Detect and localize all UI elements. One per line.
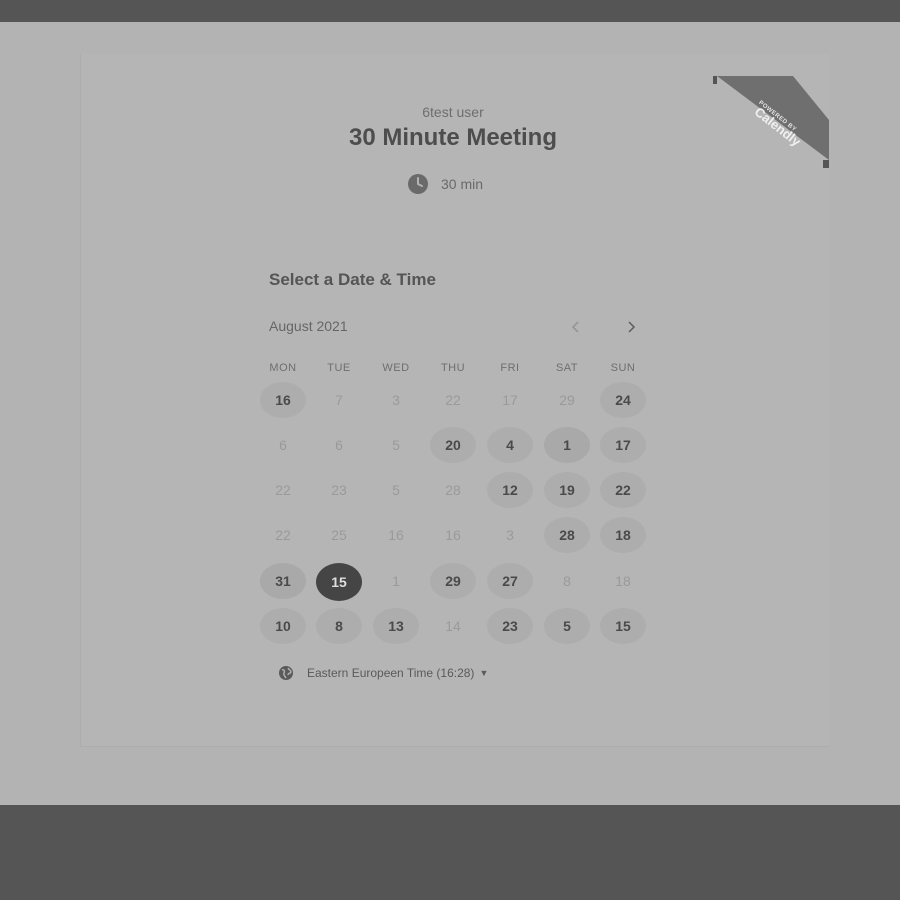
available-date-button[interactable]: 5: [544, 608, 590, 644]
unavailable-date: 16: [445, 527, 461, 543]
unavailable-date: 8: [563, 573, 571, 589]
host-name: 6test user: [422, 104, 484, 120]
chevron-left-icon: [571, 321, 579, 333]
available-date-button[interactable]: 28: [544, 517, 590, 553]
unavailable-date: 14: [445, 618, 461, 634]
unavailable-date: 28: [445, 482, 461, 498]
bottom-area: [0, 805, 900, 900]
unavailable-date: 6: [335, 437, 343, 453]
weekday-sat: SAT: [555, 362, 579, 374]
top-bar: [0, 0, 900, 22]
calendly-badge[interactable]: POWERED BY Calendly: [713, 76, 829, 168]
available-date-button[interactable]: 17: [600, 427, 646, 463]
unavailable-date: 5: [392, 482, 400, 498]
available-date-button[interactable]: 15: [600, 608, 646, 644]
unavailable-date: 5: [392, 437, 400, 453]
unavailable-date: 1: [392, 573, 400, 589]
available-date-button[interactable]: 19: [544, 472, 590, 508]
available-date-button[interactable]: 13: [373, 608, 419, 644]
duration-label: 30 min: [441, 176, 484, 192]
event-title: 30 Minute Meeting: [348, 124, 558, 151]
available-date-button[interactable]: 29: [430, 563, 476, 599]
timezone-selector[interactable]: Eastern Europeen Time (16:28) ▼: [278, 664, 488, 682]
chevron-right-icon: [628, 321, 636, 333]
available-date-button[interactable]: 31: [260, 563, 306, 599]
available-date-button[interactable]: 16: [260, 382, 306, 418]
unavailable-date: 23: [331, 482, 347, 498]
available-date-button[interactable]: 10: [260, 608, 306, 644]
weekday-thu: THU: [440, 362, 466, 374]
unavailable-date: 18: [615, 573, 631, 589]
weekday-fri: FRI: [500, 362, 520, 374]
month-label: August 2021: [269, 318, 348, 334]
unavailable-date: 3: [392, 392, 400, 408]
available-date-button[interactable]: 12: [487, 472, 533, 508]
unavailable-date: 17: [502, 392, 518, 408]
unavailable-date: 22: [275, 527, 291, 543]
weekday-tue: TUE: [327, 362, 351, 374]
unavailable-date: 22: [445, 392, 461, 408]
globe-icon: [279, 666, 293, 680]
available-date-button[interactable]: 8: [316, 608, 362, 644]
available-date-button[interactable]: 27: [487, 563, 533, 599]
next-month-button[interactable]: [620, 316, 642, 338]
select-date-heading: Select a Date & Time: [269, 270, 436, 289]
available-date-button[interactable]: 22: [600, 472, 646, 508]
weekday-sun: SUN: [610, 362, 636, 374]
available-date-button[interactable]: 24: [600, 382, 646, 418]
weekday-wed: WED: [382, 362, 410, 374]
clock-icon: [408, 174, 428, 194]
unavailable-date: 6: [279, 437, 287, 453]
available-date-button[interactable]: 23: [487, 608, 533, 644]
unavailable-date: 25: [331, 527, 347, 543]
unavailable-date: 3: [506, 527, 514, 543]
available-date-button[interactable]: 4: [487, 427, 533, 463]
timezone-label: Eastern Europeen Time (16:28): [307, 666, 475, 680]
available-date-button[interactable]: 18: [600, 517, 646, 553]
caret-down-icon: ▼: [479, 668, 489, 678]
available-date-button[interactable]: 1: [544, 427, 590, 463]
available-date-button[interactable]: 20: [430, 427, 476, 463]
unavailable-date: 29: [559, 392, 575, 408]
unavailable-date: 16: [388, 527, 404, 543]
selected-date-button[interactable]: 15: [316, 563, 362, 601]
weekday-mon: MON: [269, 362, 297, 374]
prev-month-button[interactable]: [565, 316, 587, 338]
event-duration: 30 min: [408, 174, 483, 194]
unavailable-date: 22: [275, 482, 291, 498]
unavailable-date: 7: [335, 392, 343, 408]
